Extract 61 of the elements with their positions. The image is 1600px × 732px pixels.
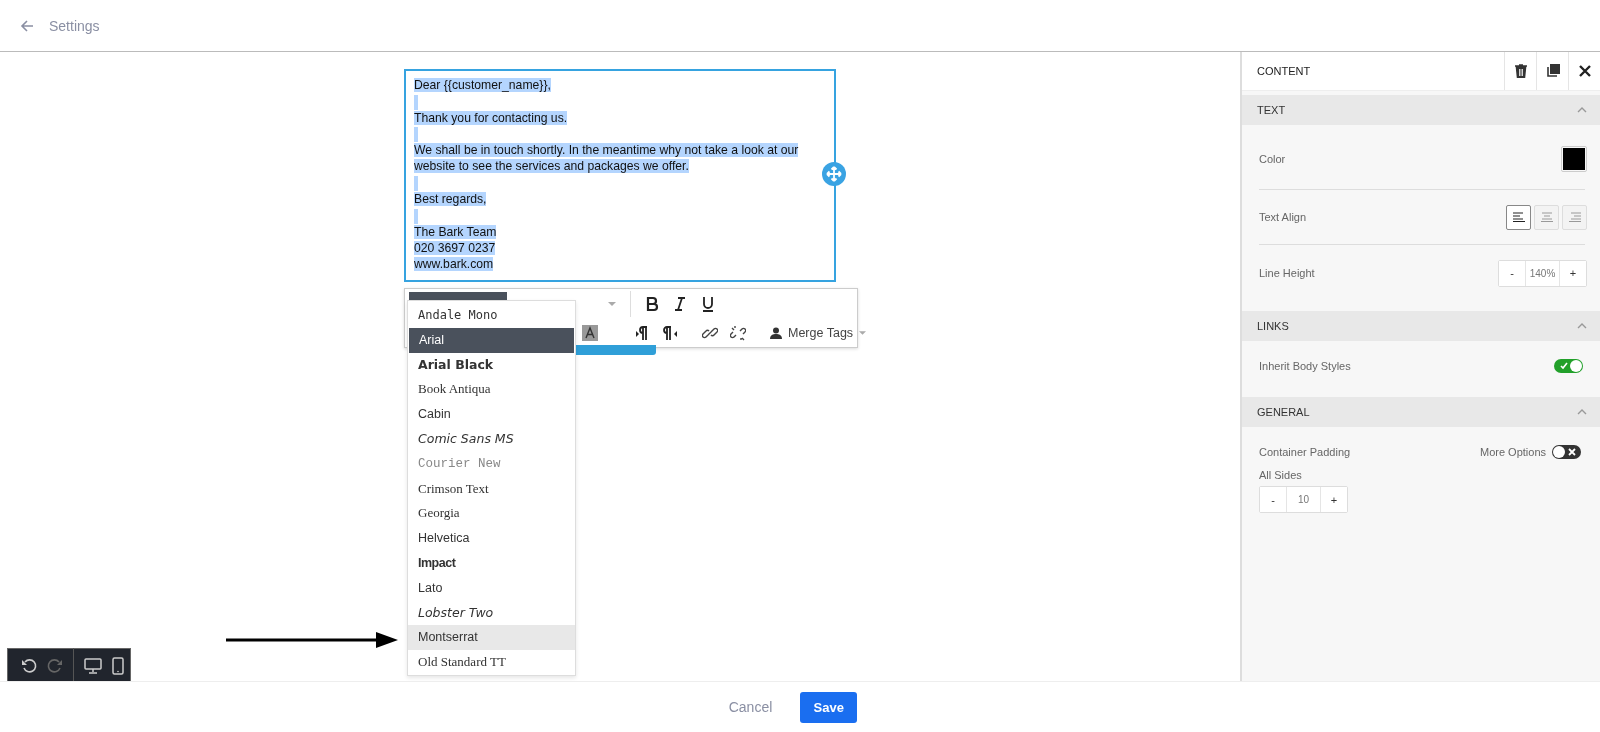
page-title: Settings <box>49 17 100 34</box>
italic-icon[interactable] <box>673 295 687 312</box>
row-label: Color <box>1259 153 1286 165</box>
undo-icon[interactable] <box>21 657 37 674</box>
font-option[interactable]: Courier New <box>408 451 575 477</box>
font-option[interactable]: Montserrat <box>408 625 575 651</box>
bold-icon[interactable] <box>645 295 659 312</box>
section-title: LINKS <box>1257 320 1289 332</box>
ltr-icon[interactable] <box>634 324 650 341</box>
toggle-switch[interactable] <box>1552 445 1581 459</box>
section-header[interactable]: GENERAL <box>1242 397 1600 427</box>
font-option[interactable]: Comic Sans MS <box>408 427 575 452</box>
redo-icon[interactable] <box>47 657 63 674</box>
row-label: Text Align <box>1259 211 1307 223</box>
section-header[interactable]: LINKS <box>1242 311 1600 341</box>
panel-title: CONTENT <box>1256 65 1312 77</box>
align-center-icon <box>1540 212 1553 222</box>
align-left-icon <box>1512 212 1525 222</box>
unlink-icon[interactable] <box>730 324 746 341</box>
font-option[interactable]: Andale Mono <box>408 303 575 328</box>
text-editor[interactable] <box>404 69 836 282</box>
mobile-icon[interactable] <box>112 656 124 675</box>
close-icon[interactable] <box>1578 65 1591 77</box>
font-option[interactable]: Lato <box>408 575 575 601</box>
duplicate-icon[interactable] <box>1545 64 1560 78</box>
font-option[interactable]: Old Standard TT <box>408 650 575 675</box>
font-option[interactable]: Book Antiqua <box>408 377 575 403</box>
font-option[interactable]: Helvetica <box>408 526 575 551</box>
save-button[interactable]: Save <box>800 691 858 723</box>
underline-icon[interactable] <box>701 295 715 312</box>
color-swatch[interactable] <box>1561 146 1587 172</box>
font-option[interactable]: Arial Black <box>408 352 575 378</box>
align-left-button[interactable] <box>1506 204 1531 230</box>
text-color-icon[interactable] <box>582 324 598 341</box>
trash-icon[interactable] <box>1514 64 1527 78</box>
check-icon <box>1560 362 1568 370</box>
move-handle-icon[interactable] <box>822 162 846 186</box>
font-option[interactable]: Arial <box>409 327 574 353</box>
font-option[interactable]: Cabin <box>408 402 575 427</box>
caret-icon <box>859 330 867 335</box>
caret-icon <box>608 301 616 306</box>
font-option[interactable]: Georgia <box>408 501 575 527</box>
font-option[interactable]: Lobster Two <box>408 600 575 626</box>
person-icon <box>770 326 782 339</box>
font-option[interactable]: Crimson Text <box>408 476 575 502</box>
font-option[interactable]: Impact <box>408 550 575 576</box>
merge-tags-button[interactable]: Merge Tags <box>770 325 867 340</box>
row-label: All Sides <box>1259 469 1302 481</box>
cross-icon <box>1568 448 1576 456</box>
row-label: Inherit Body Styles <box>1259 360 1351 372</box>
section-title: GENERAL <box>1257 406 1310 418</box>
rtl-icon[interactable] <box>662 324 678 341</box>
row-label: Line Height <box>1259 267 1315 279</box>
back-arrow-icon[interactable] <box>19 17 35 34</box>
section-title: TEXT <box>1257 104 1286 116</box>
section-header[interactable]: TEXT <box>1242 95 1600 125</box>
row-label: Container Padding <box>1259 446 1352 458</box>
option-label: More Options <box>1479 446 1546 458</box>
desktop-icon[interactable] <box>84 657 102 674</box>
toggle-switch[interactable] <box>1554 359 1583 373</box>
align-right-icon <box>1568 212 1581 222</box>
